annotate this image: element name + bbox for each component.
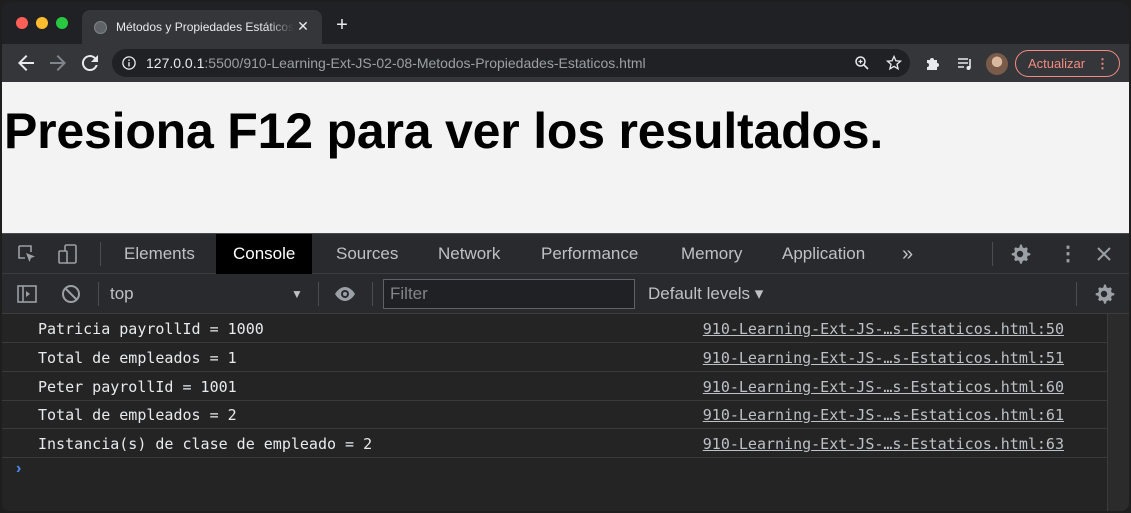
browser-toolbar: 127.0.0.1:5500/910-Learning-Ext-JS-02-08… — [2, 44, 1129, 82]
inspect-element-icon[interactable] — [16, 243, 38, 265]
url-path: :5500/910-Learning-Ext-JS-02-08-Metodos-… — [204, 55, 646, 71]
update-button-label: Actualizar — [1028, 56, 1086, 71]
log-source-link[interactable]: 910-Learning-Ext-JS-…s-Estaticos.html:50 — [703, 320, 1064, 338]
console-log-row: Patricia payrollId = 1000 910-Learning-E… — [2, 314, 1107, 343]
extensions-puzzle-icon[interactable] — [924, 55, 942, 73]
devtools-panel: Elements Console Sources Network Perform… — [2, 233, 1129, 511]
media-queue-icon[interactable] — [956, 55, 974, 73]
device-toolbar-icon[interactable] — [57, 243, 79, 265]
zoom-icon[interactable] — [854, 55, 870, 71]
forward-arrow-icon[interactable] — [46, 51, 70, 75]
tab-strip: Métodos y Propiedades Estáticos ✕ + — [2, 2, 1129, 44]
tab-performance[interactable]: Performance — [541, 234, 638, 274]
filter-input[interactable] — [384, 280, 634, 308]
separator — [372, 282, 373, 306]
profile-avatar[interactable] — [986, 53, 1008, 75]
browser-tab[interactable]: Métodos y Propiedades Estáticos ✕ — [82, 10, 322, 44]
separator — [98, 282, 99, 306]
back-arrow-icon[interactable] — [14, 51, 38, 75]
more-tabs-icon[interactable]: » — [902, 234, 913, 274]
console-log-row: Total de empleados = 2 910-Learning-Ext-… — [2, 400, 1107, 429]
separator — [318, 282, 319, 306]
chevron-down-icon[interactable]: ▼ — [291, 287, 303, 301]
log-message: Total de empleados = 1 — [38, 349, 237, 367]
url-host: 127.0.0.1 — [146, 55, 205, 71]
close-window-button[interactable] — [16, 17, 28, 29]
page-viewport: Presiona F12 para ver los resultados. — [2, 82, 1129, 233]
globe-icon — [94, 21, 107, 34]
devtools-tab-bar: Elements Console Sources Network Perform… — [2, 234, 1129, 274]
tab-title: Métodos y Propiedades Estáticos — [116, 20, 294, 34]
console-output: Patricia payrollId = 1000 910-Learning-E… — [2, 314, 1107, 511]
tab-console[interactable]: Console — [216, 234, 313, 274]
console-prompt[interactable]: › — [16, 460, 21, 478]
kebab-menu-icon[interactable]: ⋮ — [1058, 234, 1078, 274]
separator — [992, 242, 993, 266]
console-scrollbar[interactable] — [1107, 314, 1129, 511]
context-selector[interactable]: top — [110, 284, 134, 304]
address-bar[interactable]: 127.0.0.1:5500/910-Learning-Ext-JS-02-08… — [112, 49, 910, 77]
log-message: Instancia(s) de clase de empleado = 2 — [38, 435, 373, 453]
console-log-row: Total de empleados = 1 910-Learning-Ext-… — [2, 343, 1107, 372]
console-log-row: Instancia(s) de clase de empleado = 2 91… — [2, 429, 1107, 458]
filter-box — [383, 279, 635, 309]
tab-sources[interactable]: Sources — [336, 234, 398, 274]
log-source-link[interactable]: 910-Learning-Ext-JS-…s-Estaticos.html:60 — [703, 378, 1064, 396]
separator — [100, 242, 101, 266]
log-source-link[interactable]: 910-Learning-Ext-JS-…s-Estaticos.html:61 — [703, 406, 1064, 424]
maximize-window-button[interactable] — [56, 17, 68, 29]
page-heading: Presiona F12 para ver los resultados. — [4, 103, 884, 159]
tab-memory[interactable]: Memory — [681, 234, 742, 274]
update-button[interactable]: Actualizar ⋮ — [1015, 50, 1120, 77]
url-text: 127.0.0.1:5500/910-Learning-Ext-JS-02-08… — [146, 55, 646, 71]
log-source-link[interactable]: 910-Learning-Ext-JS-…s-Estaticos.html:63 — [703, 435, 1064, 453]
close-tab-icon[interactable]: ✕ — [294, 17, 312, 35]
clear-console-icon[interactable] — [60, 283, 82, 305]
tab-elements[interactable]: Elements — [124, 234, 195, 274]
new-tab-button[interactable]: + — [332, 15, 352, 36]
tab-application[interactable]: Application — [782, 234, 865, 274]
info-icon[interactable] — [122, 56, 136, 70]
log-message: Total de empleados = 2 — [38, 406, 237, 424]
console-settings-gear-icon[interactable] — [1093, 283, 1115, 305]
console-toolbar: top ▼ Default levels ▾ — [2, 274, 1129, 314]
console-log-row: Peter payrollId = 1001 910-Learning-Ext-… — [2, 372, 1107, 401]
settings-gear-icon[interactable] — [1009, 243, 1031, 265]
star-icon[interactable] — [886, 55, 902, 71]
sidebar-toggle-icon[interactable] — [16, 283, 38, 305]
close-icon[interactable] — [1093, 243, 1115, 265]
browser-window: Métodos y Propiedades Estáticos ✕ + 127.… — [2, 2, 1129, 511]
tab-network[interactable]: Network — [438, 234, 500, 274]
log-message: Patricia payrollId = 1000 — [38, 320, 264, 338]
log-levels-dropdown[interactable]: Default levels ▾ — [648, 284, 763, 304]
reload-icon[interactable] — [78, 51, 102, 75]
kebab-menu-icon: ⋮ — [1096, 56, 1109, 71]
separator — [1076, 282, 1077, 306]
log-source-link[interactable]: 910-Learning-Ext-JS-…s-Estaticos.html:51 — [703, 349, 1064, 367]
live-expression-eye-icon[interactable] — [334, 283, 356, 305]
log-message: Peter payrollId = 1001 — [38, 378, 237, 396]
minimize-window-button[interactable] — [36, 17, 48, 29]
